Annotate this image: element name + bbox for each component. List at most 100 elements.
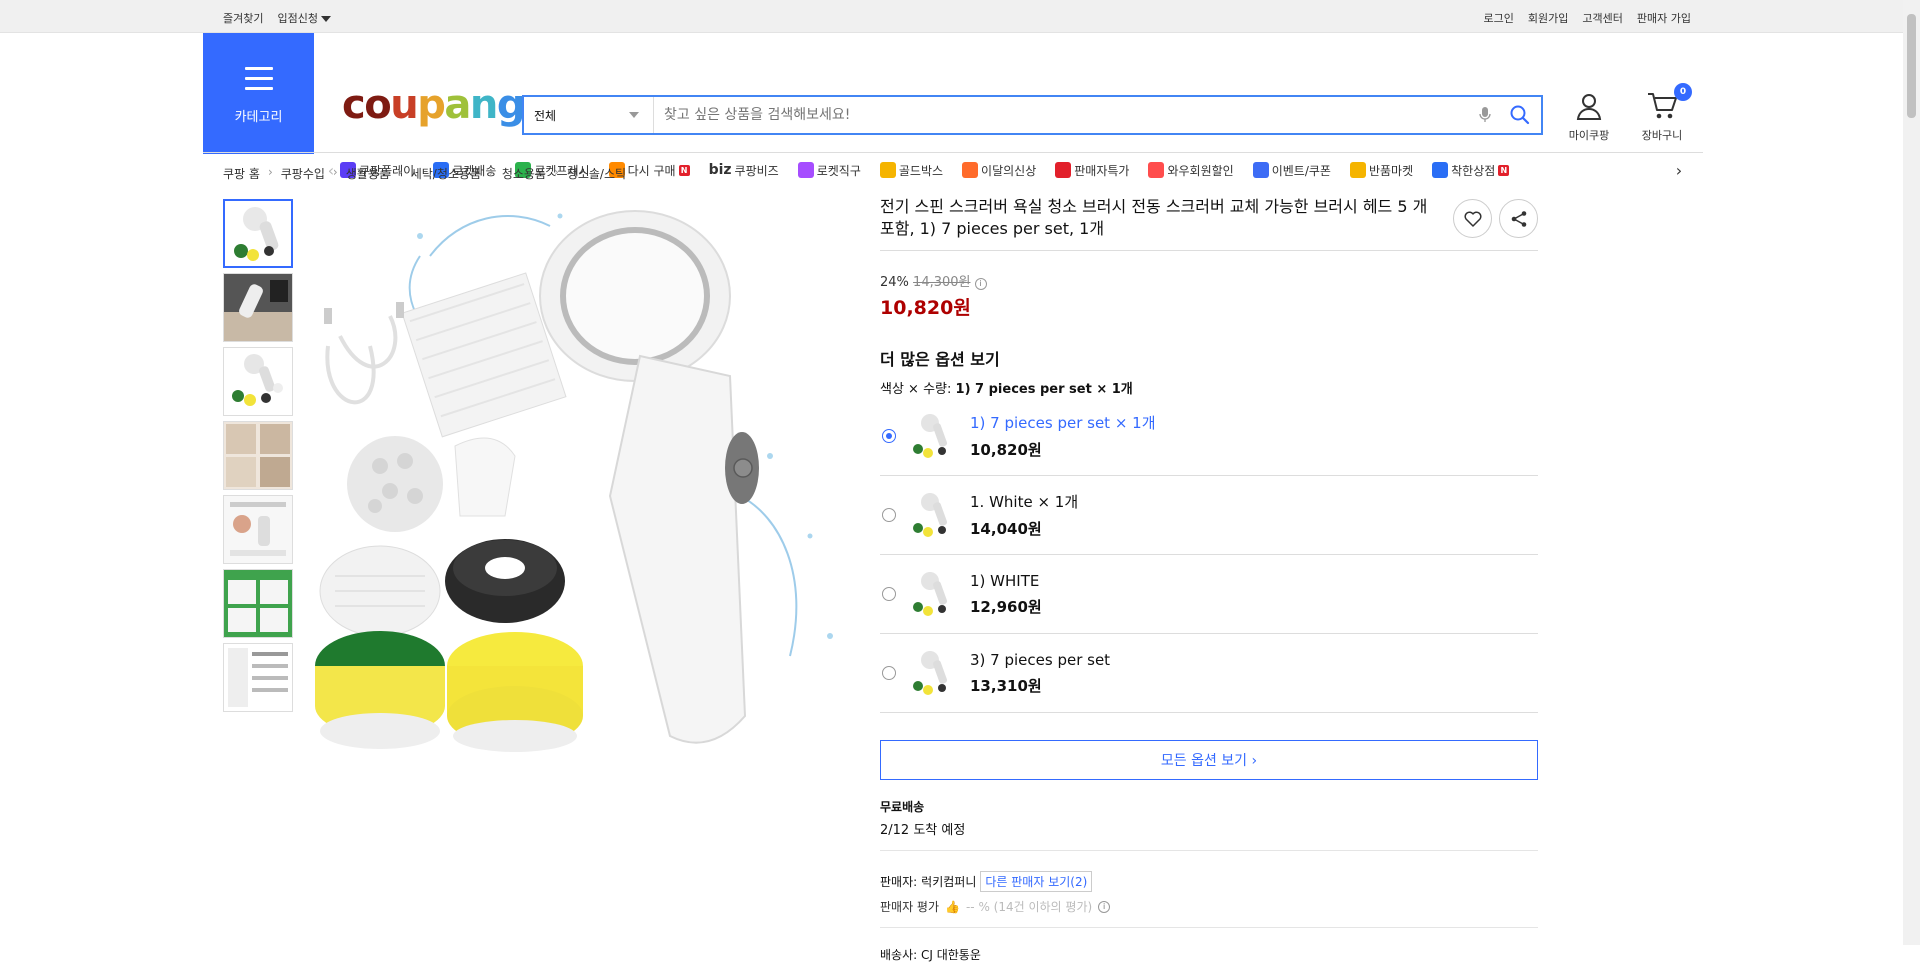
top-utility-bar: 즐겨찾기 입점신청 로그인 회원가입 고객센터 판매자 가입 [0,0,1920,33]
nav-item-label: 착한상점 [1451,163,1496,178]
shipping-divider [880,850,1538,851]
thumbs-up-icon: 👍 [945,899,960,914]
nav-item-label: 반품마켓 [1368,163,1414,178]
seller-name[interactable]: 럭키컴퍼니 [921,873,976,890]
option-item[interactable]: 3) 7 pieces per set 13,310원 [880,634,1538,713]
info-icon[interactable]: i [974,278,987,290]
option-price: 13,310원 [970,676,1042,695]
nav-item-label: 이달의신상 [981,163,1037,178]
seller-rating-row: 판매자 평가 👍 -- % (14건 이하의 평가) i [880,898,1538,915]
nav-item[interactable]: 이달의신상 [962,162,1036,179]
options-heading: 더 많은 옵션 보기 [880,350,1000,369]
login-link[interactable]: 로그인 [1484,10,1514,26]
wishlist-button[interactable] [1453,199,1492,238]
nav-item[interactable]: biz 쿠팡비즈 [709,162,779,179]
nav-item-label: 다시 구매 [627,163,676,178]
nav-next-icon[interactable]: › [1670,161,1688,180]
share-button[interactable] [1499,199,1538,238]
customer-center-link[interactable]: 고객센터 [1582,10,1622,26]
nav-service-icon [879,162,896,178]
seller-apply-link[interactable]: 입점신청 [277,10,331,26]
seller-signup-link[interactable]: 판매자 가입 [1637,10,1691,26]
sale-price: 10,820원 [880,297,971,319]
thumbnail-6[interactable] [223,569,293,638]
option-text: 1) WHITE 12,960원 [970,572,1042,617]
option-price: 14,040원 [970,520,1042,538]
breadcrumb-separator-icon: › [267,165,273,179]
option-radio[interactable] [882,587,896,601]
chevron-down-icon [629,112,639,118]
search-scope-select[interactable]: 전체 [524,97,654,133]
original-price: 14,300원 [913,275,971,290]
cart-button[interactable]: 0 장바구니 [1634,83,1692,143]
nav-item-label: 골드박스 [898,163,944,178]
option-price: 10,820원 [970,441,1042,459]
nav-item[interactable]: 로켓직구 [797,162,861,179]
nav-item[interactable]: 착한상점 N [1432,162,1510,179]
breadcrumb-item[interactable]: 쿠팡 홈 [223,165,260,182]
option-list: 1) 7 pieces per set × 1개 10,820원 1. White … [880,397,1538,713]
signup-link[interactable]: 회원가입 [1528,10,1568,26]
thumbnail-1[interactable] [223,199,293,268]
option-radio[interactable] [882,508,896,522]
option-item[interactable]: 1) WHITE 12,960원 [880,555,1538,634]
coupang-logo[interactable]: coupang [342,85,525,125]
breadcrumb-item[interactable]: 청소용품 [502,165,546,182]
product-info: 전기 스핀 스크러버 욕실 청소 브러시 전동 스크러버 교체 가능한 브러시 … [880,196,1538,963]
nav-item[interactable]: 판매자특가 [1055,162,1129,179]
option-text: 1. White × 1개 14,040원 [970,491,1078,539]
page-scrollbar[interactable] [1903,0,1920,945]
thumbnail-5[interactable] [223,495,293,564]
option-name: 3) 7 pieces per set [970,650,1111,669]
option-name: 1) WHITE [970,571,1040,590]
breadcrumb-separator-icon: › [554,165,559,179]
nav-service-icon [1349,162,1366,178]
search-button[interactable] [1499,105,1541,125]
nav-item[interactable]: 골드박스 [879,162,944,179]
thumbnail-3[interactable] [223,347,293,416]
breadcrumb-item[interactable]: 세탁/청소용품 [411,165,481,182]
search-input[interactable] [654,107,1471,123]
nav-item[interactable]: 이벤트/쿠폰 [1252,162,1331,179]
search-icon [1510,105,1530,125]
option-thumbnail [906,488,960,542]
mic-icon[interactable] [1471,106,1499,124]
selected-option-label: 색상 × 수량: [880,382,952,397]
nav-service-icon [962,162,979,178]
nav-item[interactable]: 반품마켓 [1349,162,1414,179]
rating-info-icon[interactable]: i [1098,900,1111,913]
breadcrumb-item[interactable]: 쿠팡수입 [281,165,325,182]
thumbnail-7[interactable] [223,643,293,712]
breadcrumb-item[interactable]: 청소솔/스틱 [567,165,626,182]
thumbnail-4[interactable] [223,421,293,490]
all-options-button[interactable]: 모든 옵션 보기 › [880,740,1538,780]
title-divider [880,250,1538,251]
category-button[interactable]: 카테고리 [203,33,314,154]
thumbnail-2[interactable] [223,273,293,342]
mycoupang-button[interactable]: 마이쿠팡 [1564,91,1614,143]
nav-service-icon [1432,162,1449,178]
discount-row: 24% 14,300원 i [880,271,1538,290]
option-item[interactable]: 1. White × 1개 14,040원 [880,476,1538,555]
main-product-image[interactable] [310,196,866,752]
bookmark-link[interactable]: 즐겨찾기 [223,10,263,26]
nav-item[interactable]: 와우회원할인 [1148,162,1234,179]
other-sellers-button[interactable]: 다른 판매자 보기(2) [980,871,1093,892]
nav-item-label: 판매자특가 [1074,163,1130,178]
scrollbar-thumb[interactable] [1907,14,1916,118]
seller-divider [880,927,1538,928]
option-radio[interactable] [882,429,896,443]
breadcrumb-item[interactable]: 생활용품 [346,165,390,182]
seller-row: 판매자: 럭키컴퍼니 다른 판매자 보기(2) [880,871,1538,892]
breadcrumb-separator-icon: › [489,165,494,179]
option-radio[interactable] [882,666,896,680]
option-item[interactable]: 1) 7 pieces per set × 1개 10,820원 [880,397,1538,476]
seller-apply-label: 입점신청 [277,12,318,25]
nav-item-label: 쿠팡비즈 [734,163,779,178]
option-thumbnail [906,409,960,463]
cart-count-badge: 0 [1674,83,1692,101]
breadcrumb-separator-icon: › [332,165,338,179]
option-thumbnail [906,567,960,621]
option-price: 12,960원 [970,597,1042,616]
seller-label: 판매자: [880,875,918,889]
